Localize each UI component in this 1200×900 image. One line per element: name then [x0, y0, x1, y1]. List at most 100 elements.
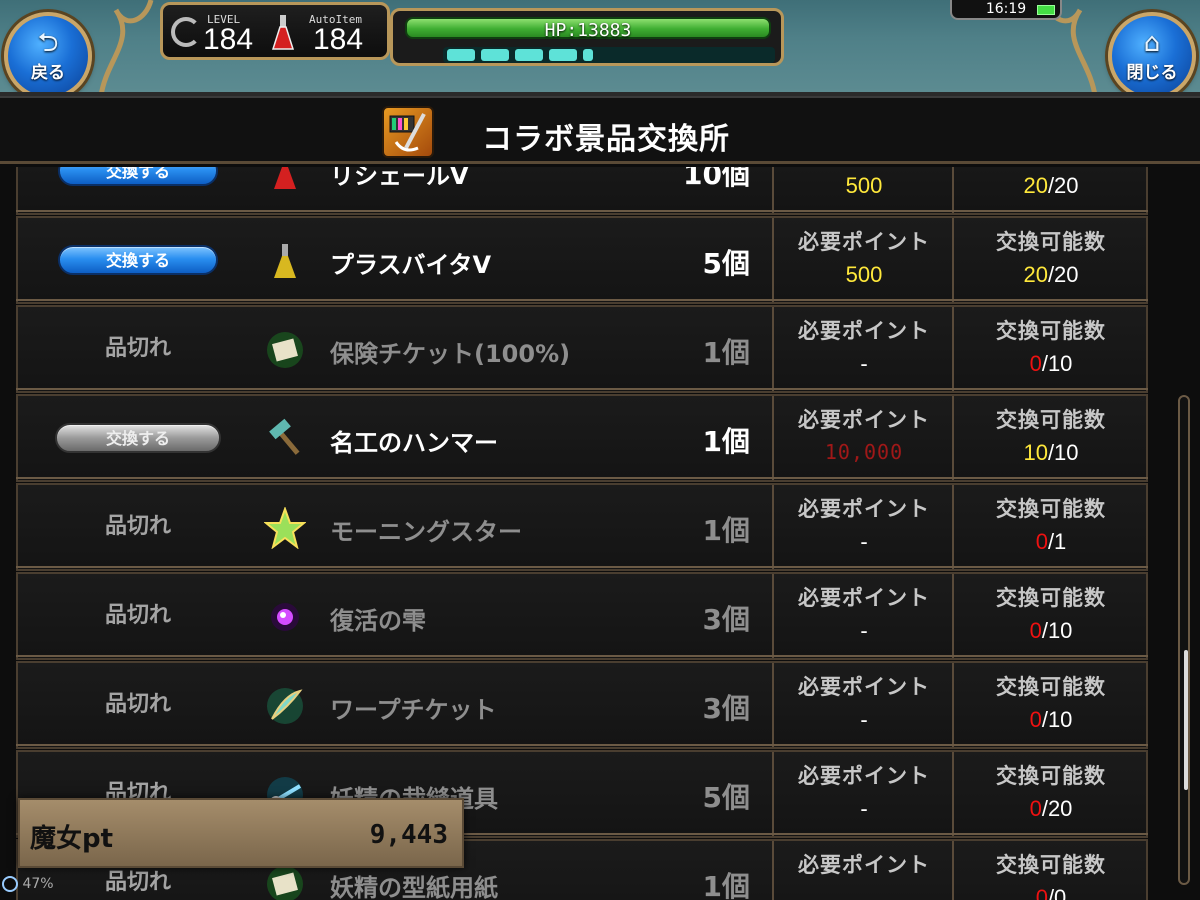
scrollbar-track[interactable]: [1178, 395, 1190, 885]
back-button[interactable]: ⮌ 戻る: [4, 12, 92, 96]
red-potion-icon: [274, 167, 296, 189]
list-item: 品切れ ワープチケット 3個 必要ポイント - 交換可能数 0/10: [16, 655, 1148, 749]
hammer-icon: [269, 418, 300, 455]
autoitem-value: 184: [313, 23, 364, 56]
exchange-current: 0: [1035, 529, 1048, 554]
item-name: 復活の雫: [330, 607, 426, 635]
item-name: プラスバイタV: [330, 251, 492, 279]
return-arrow-icon: ⮌: [37, 27, 59, 58]
item-quantity: 10個: [683, 167, 750, 191]
points-header: 必要ポイント: [798, 675, 930, 699]
level-panel: LEVEL 184 AutoItem 184: [160, 2, 390, 60]
exchangeable-header: 交換可能数: [996, 230, 1106, 254]
points-header: 必要ポイント: [798, 586, 930, 610]
exchange-current: 0: [1035, 885, 1048, 900]
list-item: 交換する 名工のハンマー 1個 必要ポイント 10,000 交換可能数 10/1…: [16, 388, 1148, 482]
exchange-max: /20: [1047, 262, 1079, 287]
exchange-current: 0: [1029, 796, 1042, 821]
left-ornament-icon: [98, 0, 154, 96]
sold-out-label: 品切れ: [104, 336, 171, 361]
item-quantity: 5個: [702, 247, 750, 280]
mp-segment: [515, 49, 543, 61]
exchange-max: /10: [1041, 707, 1073, 732]
points-value: 10,000: [824, 440, 904, 464]
points-header: 必要ポイント: [798, 408, 930, 432]
exchange-current: 10: [1023, 440, 1048, 465]
exchangeable-header: 交換可能数: [996, 586, 1106, 610]
hp-mp-frame: HP:13883: [390, 8, 784, 66]
item-name: 妖精の型紙用紙: [330, 874, 498, 900]
points-value: -: [860, 796, 868, 821]
item-quantity: 5個: [702, 781, 750, 814]
mp-segment: [583, 49, 593, 61]
exchangeable-header: 交換可能数: [996, 497, 1106, 521]
witch-points-value: 9,443: [369, 820, 448, 850]
hp-bar: HP:13883: [405, 17, 771, 41]
item-name: ワープチケット: [330, 696, 497, 724]
battery-icon: [1037, 5, 1055, 15]
pattern-paper-icon: [267, 866, 303, 900]
sold-out-label: 品切れ: [104, 870, 171, 895]
exchange-button[interactable]: 交換する: [58, 167, 218, 186]
exchangeable-header: 交換可能数: [996, 319, 1106, 343]
list-item: 品切れ 保険チケット(100%) 1個 必要ポイント - 交換可能数 0/10: [16, 299, 1148, 393]
item-quantity: 1個: [702, 870, 750, 900]
title-bar: コラボ景品交換所: [0, 96, 1200, 164]
list-item: 交換する プラスバイタV 5個 必要ポイント 500 交換可能数 20/20: [16, 210, 1148, 304]
warp-ticket-icon: [267, 688, 303, 724]
exchange-button-disabled[interactable]: 交換する: [55, 423, 221, 453]
exchange-max: /1: [1047, 529, 1067, 554]
item-name: リシェールV: [330, 167, 469, 190]
exchange-max: /10: [1047, 440, 1079, 465]
item-quantity: 3個: [702, 692, 750, 725]
close-button[interactable]: ⌂ 閉じる: [1108, 12, 1196, 96]
prize-list[interactable]: 交換する リシェールV 10個 必要ポイント 500 交換可能数 20/20 交…: [0, 167, 1200, 900]
item-quantity: 1個: [702, 514, 750, 547]
back-button-label: 戻る: [31, 62, 65, 83]
exchange-button[interactable]: 交換する: [58, 245, 218, 275]
item-name: 名工のハンマー: [330, 429, 498, 457]
points-value: -: [860, 529, 868, 554]
sold-out-label: 品切れ: [104, 692, 171, 717]
exchange-max: /20: [1041, 796, 1073, 821]
item-name: 保険チケット(100%): [330, 340, 571, 368]
points-value: -: [860, 618, 868, 643]
exchange-max: /0: [1047, 885, 1067, 900]
item-quantity: 3個: [702, 603, 750, 636]
exchange-max: /20: [1047, 173, 1079, 198]
autoitem-potion-icon: [271, 15, 295, 50]
witch-points-panel: 魔女pt 9,443: [18, 798, 464, 868]
sold-out-label: 品切れ: [104, 514, 171, 539]
mp-segment: [549, 49, 577, 61]
witch-points-label: 魔女pt: [30, 824, 114, 854]
yellow-potion-icon: [274, 244, 296, 278]
item-quantity: 1個: [702, 425, 750, 458]
revival-drop-icon: [271, 603, 299, 631]
exchange-max: /10: [1041, 618, 1073, 643]
close-button-label: 閉じる: [1126, 62, 1178, 83]
item-quantity: 1個: [702, 336, 750, 369]
exchange-max: /10: [1041, 351, 1073, 376]
morning-star-icon: [264, 507, 306, 549]
exchange-current: 20: [1023, 173, 1048, 198]
exchange-shop-icon: [382, 106, 434, 158]
scrollbar-thumb[interactable]: [1184, 650, 1188, 790]
points-header: 必要ポイント: [798, 497, 930, 521]
points-value: -: [860, 707, 868, 732]
list-item: 交換する リシェールV 10個 必要ポイント 500 交換可能数 20/20: [16, 167, 1148, 215]
page-title: コラボ景品交換所: [482, 122, 730, 157]
exchange-current: 0: [1029, 351, 1042, 376]
mp-segment: [481, 49, 509, 61]
points-value: 500: [845, 173, 883, 198]
exchangeable-header: 交換可能数: [996, 675, 1106, 699]
ticket-scroll-icon: [267, 332, 303, 368]
level-swirl-icon: [171, 17, 201, 47]
mini-indicator: 47%: [2, 876, 66, 900]
sold-out-label: 品切れ: [104, 603, 171, 628]
exchange-current: 20: [1023, 262, 1048, 287]
exchange-current: 0: [1029, 618, 1042, 643]
exchangeable-header: 交換可能数: [996, 764, 1106, 788]
gauge-icon: [2, 876, 18, 892]
exchangeable-header: 交換可能数: [996, 408, 1106, 432]
home-icon: ⌂: [1143, 27, 1161, 58]
